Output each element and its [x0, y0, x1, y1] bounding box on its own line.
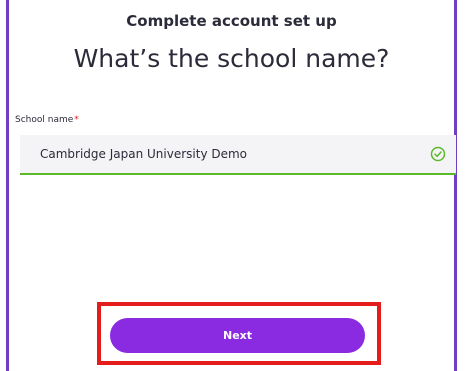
- school-name-input[interactable]: [40, 147, 430, 161]
- required-marker: *: [74, 115, 79, 125]
- panel-header: Complete account set up: [126, 12, 337, 30]
- school-name-field[interactable]: [20, 135, 456, 175]
- next-button[interactable]: Next: [110, 318, 365, 353]
- page-title: What’s the school name?: [73, 44, 390, 73]
- school-name-label: School name*: [15, 115, 79, 125]
- setup-panel: Complete account set up What’s the schoo…: [6, 0, 457, 371]
- school-name-label-text: School name: [15, 115, 74, 125]
- check-circle-icon: [430, 146, 446, 162]
